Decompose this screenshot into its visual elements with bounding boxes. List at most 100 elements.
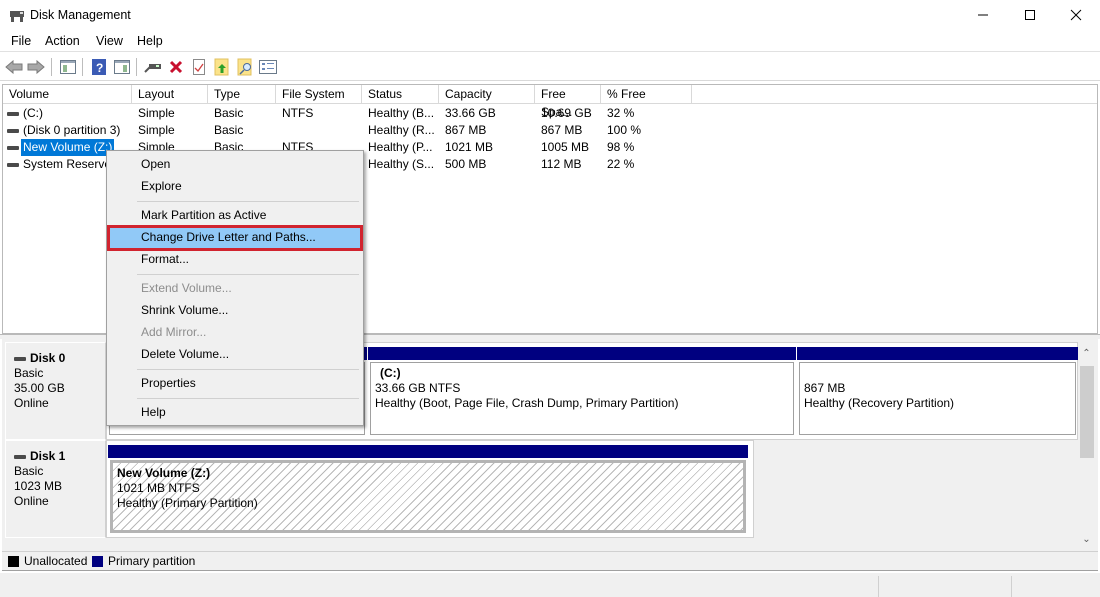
toolbar-separator (136, 58, 137, 76)
volume-status: Healthy (S... (368, 157, 435, 171)
legend: Unallocated Primary partition (2, 551, 1098, 571)
forward-button[interactable] (26, 57, 46, 77)
disk-management-app-icon (10, 11, 24, 22)
volume-capacity: 867 MB (445, 123, 487, 137)
disk-icon (14, 454, 26, 459)
help-button[interactable]: ? (89, 57, 109, 77)
window-title: Disk Management (30, 8, 131, 22)
minimize-icon (978, 14, 988, 16)
minimize-button[interactable] (960, 0, 1006, 30)
help-icon: ? (92, 59, 106, 75)
disk-1-partitions: New Volume (Z:) 1021 MB NTFS Healthy (Pr… (106, 440, 754, 538)
menu-item-shrink-volume[interactable]: Shrink Volume... (109, 300, 361, 321)
console-tree-icon (60, 60, 76, 74)
volume-capacity: 500 MB (445, 157, 487, 171)
menu-item-open[interactable]: Open (109, 154, 361, 175)
toolbar: ? (0, 53, 1100, 81)
list-view-button[interactable] (258, 57, 278, 77)
menu-item-help[interactable]: Help (109, 402, 361, 423)
column-header-volume[interactable]: Volume (3, 85, 132, 103)
volume-name: New Volume (Z:) (21, 139, 115, 156)
volume-percent-free: 98 % (607, 140, 635, 154)
partition-size-fs: 1021 MB NTFS (117, 481, 200, 495)
disk-state: Online (14, 396, 49, 410)
disk-size: 35.00 GB (14, 381, 65, 395)
volume-status: Healthy (B... (368, 106, 435, 120)
properties-button[interactable] (189, 57, 209, 77)
volume-layout: Simple (138, 123, 175, 137)
list-view-icon (259, 60, 277, 74)
partition-recovery[interactable]: 867 MB Healthy (Recovery Partition) (797, 347, 1078, 437)
show-hide-console-tree-button[interactable] (58, 57, 78, 77)
connect-disk-button[interactable] (143, 57, 163, 77)
context-menu: Open Explore Mark Partition as Active Ch… (106, 150, 364, 426)
disk-state: Online (14, 494, 49, 508)
column-header-type[interactable]: Type (208, 85, 276, 103)
show-hide-action-pane-button[interactable] (112, 57, 132, 77)
volume-name: (Disk 0 partition 3) (23, 123, 121, 137)
search-folder-button[interactable] (235, 57, 255, 77)
menu-view[interactable]: View (96, 34, 123, 48)
column-header-file-system[interactable]: File System (276, 85, 362, 103)
disk-1-info[interactable]: Disk 1 Basic 1023 MB Online (5, 440, 106, 538)
volume-row[interactable]: (Disk 0 partition 3) Simple Basic Health… (3, 122, 1097, 139)
partition-name: (C:) (380, 366, 401, 380)
primary-partition-bar (368, 347, 796, 360)
status-divider (878, 576, 879, 597)
menu-help[interactable]: Help (137, 34, 163, 48)
menu-item-format[interactable]: Format... (109, 249, 361, 270)
menu-item-mark-active[interactable]: Mark Partition as Active (109, 205, 361, 226)
volume-icon (7, 163, 19, 167)
disk-name: Disk 1 (30, 449, 66, 463)
menu-action[interactable]: Action (45, 34, 80, 48)
status-divider (1011, 576, 1012, 597)
back-button[interactable] (4, 57, 24, 77)
disk-type: Basic (14, 366, 44, 380)
volume-icon (7, 129, 19, 133)
delete-button[interactable] (166, 57, 186, 77)
scroll-down-chevron-icon[interactable]: ⌄ (1078, 534, 1095, 548)
menu-file[interactable]: File (11, 34, 31, 48)
volume-icon (7, 146, 19, 150)
up-folder-button[interactable] (212, 57, 232, 77)
volume-row[interactable]: (C:) Simple Basic NTFS Healthy (B... 33.… (3, 105, 1097, 122)
scrollbar-thumb[interactable] (1080, 366, 1094, 458)
partition-size-fs: 867 MB (804, 381, 846, 395)
column-header-status[interactable]: Status (362, 85, 439, 103)
toolbar-separator (82, 58, 83, 76)
column-header-capacity[interactable]: Capacity (439, 85, 535, 103)
partition-status: Healthy (Recovery Partition) (804, 396, 955, 410)
title-bar: Disk Management (0, 0, 1100, 32)
legend-label-unallocated: Unallocated (24, 554, 88, 568)
action-pane-icon (114, 60, 130, 74)
volume-list-header: Volume Layout Type File System Status Ca… (3, 85, 1097, 119)
folder-search-icon (237, 58, 252, 76)
forward-arrow-icon (27, 60, 45, 74)
menu-item-change-drive-letter[interactable]: Change Drive Letter and Paths... (107, 225, 363, 251)
volume-free-space: 1005 MB (541, 140, 590, 154)
menu-item-properties[interactable]: Properties (109, 373, 361, 394)
volume-file-system: NTFS (282, 106, 314, 120)
menu-item-add-mirror: Add Mirror... (141, 325, 207, 339)
close-button[interactable] (1053, 0, 1099, 30)
partition-c[interactable]: (C:) 33.66 GB NTFS Healthy (Boot, Page F… (368, 347, 796, 437)
column-header-layout[interactable]: Layout (132, 85, 208, 103)
menu-item-extend-volume: Extend Volume... (141, 281, 232, 295)
disk-pane-scrollbar[interactable]: ⌃ ⌄ (1078, 348, 1095, 548)
column-header-percent-free[interactable]: % Free (601, 85, 692, 103)
close-icon (1070, 9, 1082, 21)
maximize-button[interactable] (1007, 0, 1053, 30)
scroll-up-chevron-icon[interactable]: ⌃ (1078, 348, 1095, 362)
volume-status: Healthy (P... (368, 140, 433, 154)
column-header-free-space[interactable]: Free Spa... (535, 85, 601, 119)
menu-item-delete-volume[interactable]: Delete Volume... (109, 344, 361, 365)
folder-up-icon (214, 58, 229, 76)
partition-new-volume-z[interactable]: New Volume (Z:) 1021 MB NTFS Healthy (Pr… (108, 445, 748, 535)
volume-capacity: 1021 MB (445, 140, 494, 154)
disk-size: 1023 MB (14, 479, 63, 493)
menu-separator (137, 369, 359, 370)
partition-status: Healthy (Boot, Page File, Crash Dump, Pr… (375, 396, 679, 410)
toolbar-separator (51, 58, 52, 76)
disk-0-info[interactable]: Disk 0 Basic 35.00 GB Online (5, 342, 106, 440)
menu-item-explore[interactable]: Explore (109, 176, 361, 197)
